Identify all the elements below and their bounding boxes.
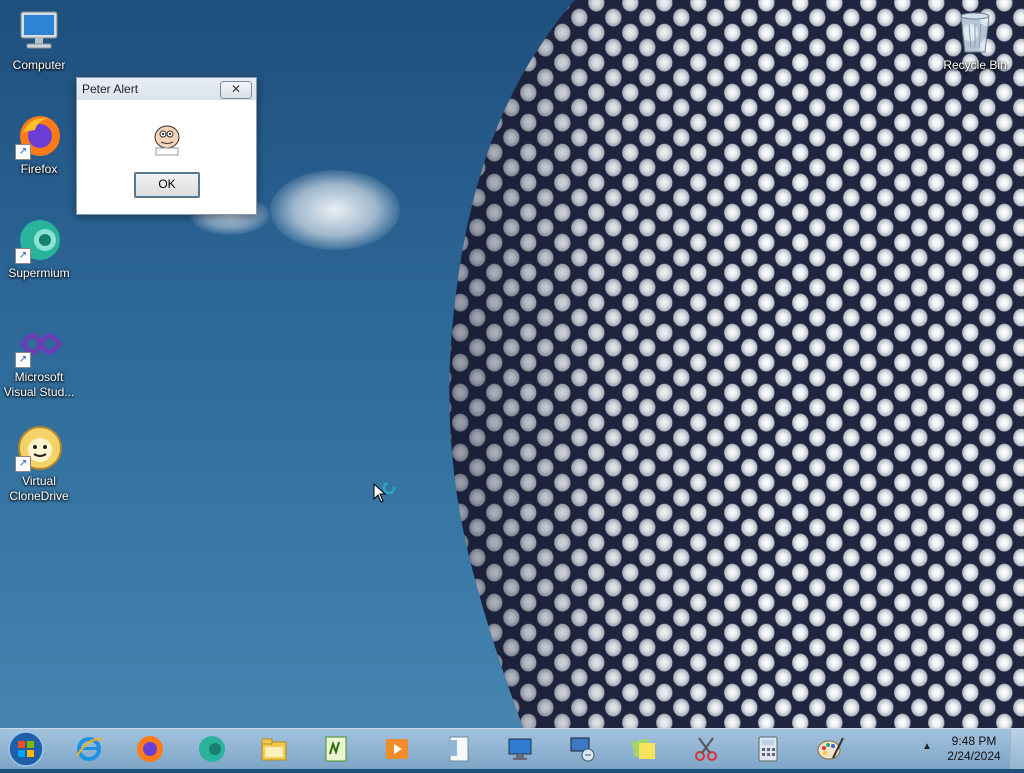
dialog-body: OK (77, 100, 256, 214)
start-button[interactable] (6, 730, 46, 768)
windows-start-icon (8, 731, 44, 767)
document-viewer-icon (447, 736, 469, 762)
media-player-icon (386, 739, 408, 759)
taskbar-internet-explorer[interactable] (63, 731, 115, 767)
clock-date: 2/24/2024 (947, 749, 1001, 763)
desktop-icon-firefox[interactable]: ↗ Firefox (1, 112, 77, 177)
taskbar: ▲ 9:48 PM 2/24/2024 (0, 728, 1024, 769)
tray-expand-button[interactable]: ▲ (922, 741, 932, 752)
peter-alert-dialog: Peter Alert ✕ OK (76, 77, 257, 215)
paint-icon (817, 737, 844, 760)
taskbar-notepad-plus-plus[interactable] (310, 731, 362, 767)
firefox-icon: ↗ (15, 112, 63, 160)
notepad-plus-plus-icon (325, 736, 347, 762)
busy-cursor-icon (372, 481, 398, 509)
remote-desktop-icon (508, 738, 532, 760)
close-button[interactable]: ✕ (220, 81, 252, 99)
desktop-icon-recycle-bin[interactable]: Recycle Bin (937, 8, 1013, 73)
taskbar-file-explorer[interactable] (248, 731, 300, 767)
desktop-icon-visual-studio[interactable]: ↗ Microsoft Visual Stud... (1, 320, 77, 400)
virtual-clonedrive-icon: ↗ (15, 424, 63, 472)
recycle-bin-icon (951, 8, 999, 56)
taskbar-snipping-tool[interactable] (680, 731, 732, 767)
snipping-tool-icon (695, 737, 717, 761)
cloud (270, 170, 400, 250)
taskbar-clock[interactable]: 9:48 PM 2/24/2024 (940, 734, 1008, 764)
desktop-icon-label: Firefox (20, 162, 58, 176)
desktop-icon-label: Virtual CloneDrive (9, 474, 69, 503)
computer-icon (15, 8, 63, 56)
taskbar-firefox[interactable] (124, 731, 176, 767)
supermium-icon: ↗ (15, 216, 63, 264)
calculator-icon (758, 736, 778, 762)
taskbar-supermium[interactable] (186, 731, 238, 767)
taskbar-media-player[interactable] (371, 731, 423, 767)
shortcut-arrow-icon: ↗ (15, 248, 31, 264)
taskbar-network-computer[interactable] (556, 731, 608, 767)
shortcut-arrow-icon: ↗ (15, 144, 31, 160)
supermium-icon (199, 736, 225, 762)
firefox-icon (137, 736, 163, 762)
taskbar-sticky-notes[interactable] (618, 731, 670, 767)
taskbar-calculator[interactable] (742, 731, 794, 767)
desktop-icon-virtual-clonedrive[interactable]: ↗ Virtual CloneDrive (1, 424, 77, 504)
desktop-icon-label: Supermium (8, 266, 70, 280)
desktop-icon-label: Computer (12, 58, 66, 72)
taskbar-document-viewer[interactable] (432, 731, 484, 767)
desktop-icon-computer[interactable]: Computer (1, 8, 77, 73)
building-shade (445, 0, 1024, 728)
taskbar-paint[interactable] (804, 731, 856, 767)
visual-studio-icon: ↗ (15, 320, 63, 368)
desktop-icon-supermium[interactable]: ↗ Supermium (1, 216, 77, 281)
taskbar-remote-desktop[interactable] (494, 731, 546, 767)
dialog-title: Peter Alert (82, 82, 139, 96)
shortcut-arrow-icon: ↗ (15, 456, 31, 472)
sticky-notes-icon (631, 738, 655, 759)
show-desktop-button[interactable] (1010, 729, 1024, 769)
clock-time: 9:48 PM (951, 734, 997, 748)
desktop-icon-label: Microsoft Visual Stud... (3, 370, 75, 399)
dialog-titlebar[interactable]: Peter Alert ✕ (77, 78, 256, 100)
ok-button[interactable]: OK (134, 172, 200, 198)
desktop-icon-label: Recycle Bin (943, 58, 1007, 72)
shortcut-arrow-icon: ↗ (15, 352, 31, 368)
peter-face-icon (150, 122, 184, 156)
file-explorer-icon (261, 738, 287, 761)
network-computer-icon (570, 737, 595, 762)
internet-explorer-icon (76, 737, 103, 761)
